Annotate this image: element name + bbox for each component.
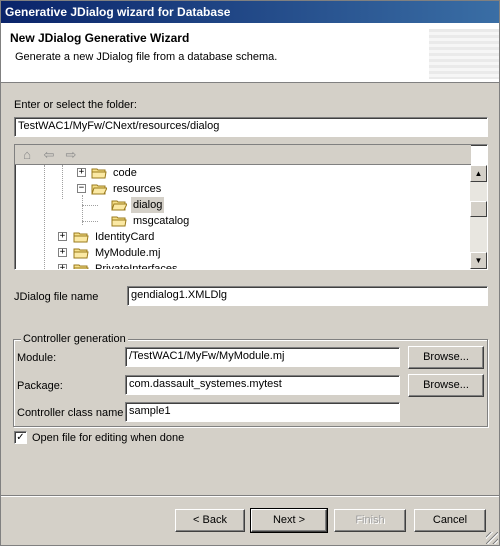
scroll-up-icon[interactable]: ▲ [470, 165, 487, 182]
scroll-thumb[interactable] [470, 201, 487, 217]
forward-arrow-icon[interactable]: ⇨ [63, 148, 79, 162]
expand-icon[interactable]: + [58, 232, 67, 241]
folder-icon [91, 168, 107, 179]
tree-item-label: dialog [131, 197, 165, 213]
finish-button[interactable]: Finish [334, 509, 406, 532]
tree-item-label: msgcatalog [133, 215, 190, 227]
next-button[interactable]: Next > [250, 508, 328, 533]
expand-icon[interactable]: + [58, 248, 67, 257]
tree-item-dialog[interactable]: dialog [15, 197, 471, 213]
tree-item-label: MyModule.mj [95, 247, 161, 259]
home-icon[interactable]: ⌂ [19, 148, 35, 162]
tree-item-mymodule[interactable]: + MyModule.mj [15, 245, 471, 261]
module-browse-button[interactable]: Browse... [408, 346, 484, 369]
tree-item-label: IdentityCard [95, 231, 155, 243]
cancel-button[interactable]: Cancel [414, 509, 486, 532]
folder-input[interactable]: TestWAC1/MyFw/CNext/resources/dialog [14, 117, 488, 137]
resize-grip-icon[interactable] [486, 532, 498, 544]
folder-icon [73, 264, 89, 269]
page-description: Generate a new JDialog file from a datab… [15, 51, 278, 63]
tree-item-label: code [113, 167, 137, 179]
tree-item-privateinterfaces[interactable]: + PrivateInterfaces [15, 261, 471, 270]
file-name-input[interactable]: gendialog1.XMLDlg [127, 286, 488, 306]
module-input[interactable]: /TestWAC1/MyFw/MyModule.mj [125, 347, 400, 367]
tree-item-msgcatalog[interactable]: msgcatalog [15, 213, 471, 229]
folder-label: Enter or select the folder: [14, 99, 137, 111]
folder-icon [73, 232, 89, 243]
tree-scrollbar[interactable]: ▲ ▼ [470, 165, 487, 269]
open-folder-icon [111, 200, 127, 211]
folder-tree[interactable]: ⌂ ⇦ ⇨ + code − resources dialog msgcatal… [14, 144, 488, 270]
folder-icon [73, 248, 89, 259]
package-browse-button[interactable]: Browse... [408, 374, 484, 397]
expand-icon[interactable]: + [77, 168, 86, 177]
open-file-label: Open file for editing when done [32, 432, 185, 444]
tree-item-resources[interactable]: − resources [15, 181, 471, 197]
tree-item-code[interactable]: + code [15, 165, 471, 181]
expand-icon[interactable]: + [58, 264, 67, 269]
tree-toolbar: ⌂ ⇦ ⇨ [15, 145, 471, 165]
open-folder-icon [91, 184, 107, 195]
file-name-label: JDialog file name [14, 291, 99, 303]
controller-legend: Controller generation [21, 333, 128, 345]
collapse-icon[interactable]: − [77, 184, 86, 193]
open-file-checkbox[interactable]: ✓ [14, 431, 27, 444]
class-name-label: Controller class name [17, 407, 124, 419]
button-separator [1, 495, 499, 497]
back-arrow-icon[interactable]: ⇦ [41, 148, 57, 162]
page-title: New JDialog Generative Wizard [10, 31, 190, 45]
tree-item-label: PrivateInterfaces [95, 263, 178, 270]
folder-icon [111, 216, 127, 227]
package-label: Package: [17, 380, 63, 392]
back-button[interactable]: < Back [175, 509, 245, 532]
wizard-banner-icon [429, 29, 499, 79]
package-input[interactable]: com.dassault_systemes.mytest [125, 375, 400, 395]
tree-item-identitycard[interactable]: + IdentityCard [15, 229, 471, 245]
title-bar[interactable]: Generative JDialog wizard for Database [1, 1, 499, 23]
class-name-input[interactable]: sample1 [125, 402, 400, 422]
module-label: Module: [17, 352, 57, 364]
window-title: Generative JDialog wizard for Database [5, 5, 231, 19]
tree-item-label: resources [113, 183, 162, 195]
wizard-window: Generative JDialog wizard for Database N… [0, 0, 500, 546]
wizard-header: New JDialog Generative Wizard Generate a… [1, 23, 499, 83]
scroll-down-icon[interactable]: ▼ [470, 252, 487, 269]
